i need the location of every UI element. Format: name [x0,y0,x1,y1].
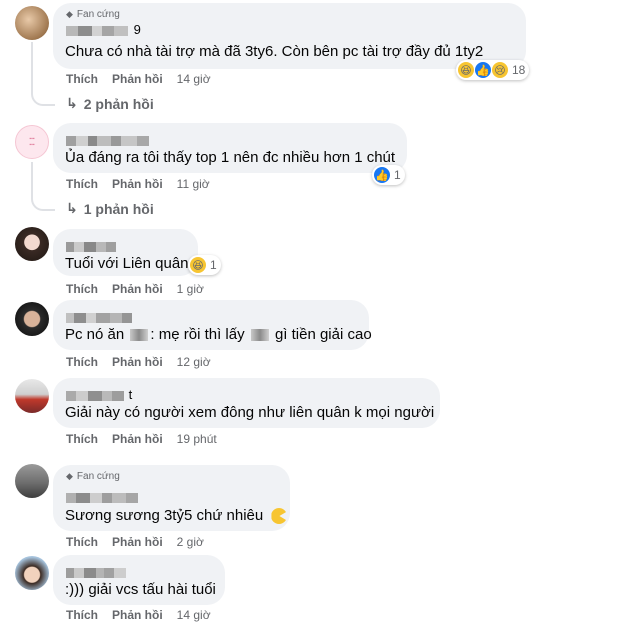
avatar[interactable] [15,227,49,261]
reply-arrow-icon: ↳ [66,200,78,216]
timestamp[interactable]: 1 giờ [177,282,204,296]
reply-button[interactable]: Phản hồi [112,535,163,549]
censored-word [250,329,269,342]
comment-bubble: Ủa đáng ra tôi thấy top 1 nên đc nhiều h… [53,123,407,173]
author-name[interactable]: 9 [66,22,141,37]
badge-label: Fan cứng [76,471,120,482]
reaction-summary[interactable]: 😆 👍 😢 18 [456,60,530,80]
comment-bubble: ◆ Fan cứng Sương sương 3tỷ5 chứ nhiêu [53,465,290,531]
replies-label: 2 phản hồi [83,95,154,112]
author-name[interactable]: t [66,387,132,402]
timestamp[interactable]: 19 phút [177,432,217,446]
timestamp[interactable]: 2 giờ [177,535,204,549]
like-button[interactable]: Thích [66,282,98,296]
reaction-count: 18 [512,63,526,77]
reaction-count: 1 [394,168,401,182]
reply-button[interactable]: Phản hồi [112,177,163,191]
avatar[interactable]: ▪▪▪ ▪▪▪ [15,125,49,159]
avatar[interactable] [15,379,49,413]
timestamp[interactable]: 11 giờ [177,177,210,191]
replies-label: 1 phản hồi [83,200,154,217]
like-icon: 👍 [475,62,491,78]
diamond-icon: ◆ [66,9,73,19]
like-button[interactable]: Thích [66,72,98,86]
timestamp[interactable]: 12 giờ [177,355,211,369]
comment-text: Chưa có nhà tài trợ mà đã 3ty6. Còn bên … [65,43,484,60]
diamond-icon: ◆ [66,471,73,481]
author-name[interactable] [66,132,149,147]
censored-word [130,329,149,342]
haha-icon: 😆 [190,257,206,273]
comment-actions: Thích Phản hồi 11 giờ [66,177,224,191]
comment-actions: Thích Phản hồi 12 giờ [66,355,225,369]
like-button[interactable]: Thích [66,177,98,191]
reply-button[interactable]: Phản hồi [112,432,163,446]
fan-badge: ◆ Fan cứng [66,9,120,20]
comment-actions: Thích Phản hồi 2 giờ [66,535,218,549]
author-name-suffix: t [128,387,133,402]
thread-curve [31,90,55,106]
author-name[interactable] [66,309,132,324]
view-replies-button[interactable]: ↳ 2 phản hồi [66,95,154,112]
text-part-1: Pc nó ăn [65,326,125,343]
avatar[interactable] [15,556,49,590]
comment-bubble: ◆ Fan cứng 9 Chưa có nhà tài trợ mà đã 3… [53,3,526,69]
haha-icon: 😆 [458,62,474,78]
comment-bubble: :))) giải vcs tấu hài tuổi [53,555,225,605]
timestamp[interactable]: 14 giờ [177,608,211,622]
timestamp[interactable]: 14 giờ [177,72,211,86]
avatar[interactable] [15,302,49,336]
thread-curve [31,195,55,211]
comment-actions: Thích Phản hồi 19 phút [66,432,231,446]
reaction-summary[interactable]: 😆 1 [188,255,221,275]
like-button[interactable]: Thích [66,432,98,446]
badge-label: Fan cứng [76,9,120,20]
view-replies-button[interactable]: ↳ 1 phản hồi [66,200,154,217]
comment-text: Pc nó ăn : mẹ rồi thì lấy gì tiền giải c… [65,326,372,343]
reply-button[interactable]: Phản hồi [112,608,163,622]
thread-line [31,42,33,92]
like-button[interactable]: Thích [66,608,98,622]
comment-text: Ủa đáng ra tôi thấy top 1 nên đc nhiều h… [65,149,396,166]
comment-text: Tuổi với Liên quân [65,255,189,272]
text-part-3: gì tiền giải cao [274,326,372,343]
like-button[interactable]: Thích [66,535,98,549]
comment-bubble: t Giải này có người xem đông như liên qu… [53,378,440,428]
author-name-suffix: 9 [133,22,141,37]
comment-text-content: Sương sương 3tỷ5 chứ nhiêu [65,507,264,524]
comment-bubble: Tuổi với Liên quân [53,229,198,276]
comment-actions: Thích Phản hồi 14 giờ [66,608,225,622]
reply-button[interactable]: Phản hồi [112,282,163,296]
pacman-emoji-icon [271,508,288,525]
avatar[interactable] [15,464,49,498]
text-part-2: : mẹ rồi thì lấy [150,326,245,343]
comment-actions: Thích Phản hồi 14 giờ [66,72,225,86]
comment-text: Sương sương 3tỷ5 chứ nhiêu [65,507,288,525]
comment-text: Giải này có người xem đông như liên quân… [65,404,435,421]
fan-badge: ◆ Fan cứng [66,471,120,482]
thread-line [31,162,33,197]
author-name[interactable] [66,564,126,579]
comment-bubble: Pc nó ăn : mẹ rồi thì lấy gì tiền giải c… [53,300,372,350]
reply-arrow-icon: ↳ [66,95,78,111]
author-name[interactable] [66,238,116,253]
avatar[interactable] [15,6,49,40]
reply-button[interactable]: Phản hồi [112,72,163,86]
reaction-count: 1 [210,258,217,272]
like-button[interactable]: Thích [66,355,98,369]
comment-text: :))) giải vcs tấu hài tuổi [65,581,216,598]
author-name[interactable] [66,489,138,504]
sad-icon: 😢 [492,62,508,78]
like-icon: 👍 [374,167,390,183]
reply-button[interactable]: Phản hồi [112,355,163,369]
comment-actions: Thích Phản hồi 1 giờ [66,282,218,296]
reaction-summary[interactable]: 👍 1 [372,165,405,185]
